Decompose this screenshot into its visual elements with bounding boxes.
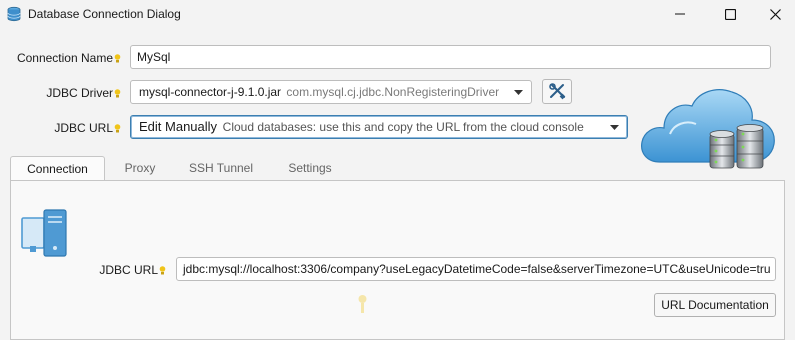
driver-class: com.mysql.cj.jdbc.NonRegisteringDriver: [286, 85, 500, 99]
lightbulb-icon: [114, 124, 121, 133]
url-mode-value: Edit Manually: [139, 119, 218, 134]
lightbulb-icon: [114, 54, 121, 63]
minimize-icon: [675, 13, 685, 15]
jdbc-url-mode-label: JDBC URL: [0, 121, 121, 135]
title-bar: Database Connection Dialog: [0, 0, 795, 28]
tab-ssh-tunnel[interactable]: SSH Tunnel: [175, 156, 267, 180]
driver-jar: mysql-connector-j-9.1.0.jar: [139, 85, 282, 99]
connection-name-input[interactable]: MySql: [130, 45, 771, 69]
url-mode-hint: Cloud databases: use this and copy the U…: [222, 120, 584, 134]
server-stack-left: [709, 130, 735, 169]
maximize-icon: [724, 8, 736, 20]
jdbc-url-label-text: JDBC URL: [99, 263, 158, 277]
connection-name-label: Connection Name: [0, 51, 121, 65]
jdbc-url-mode-label-text: JDBC URL: [54, 121, 113, 135]
lightbulb-icon: [358, 295, 367, 313]
cloud-database-icon: [641, 89, 775, 169]
lightbulb-icon: [114, 89, 121, 98]
connection-name-label-text: Connection Name: [16, 51, 113, 65]
database-icon: [7, 6, 21, 22]
window-title: Database Connection Dialog: [28, 7, 181, 21]
driver-settings-button[interactable]: [542, 79, 572, 104]
jdbc-driver-label-text: JDBC Driver: [46, 86, 113, 100]
close-icon: [769, 8, 781, 20]
server-stack-right: [736, 124, 764, 169]
tab-settings[interactable]: Settings: [267, 156, 353, 180]
lightbulb-icon: [159, 266, 166, 275]
close-button[interactable]: [752, 0, 795, 28]
jdbc-driver-label: JDBC Driver: [0, 86, 121, 100]
jdbc-driver-select[interactable]: mysql-connector-j-9.1.0.jar com.mysql.cj…: [130, 80, 532, 104]
jdbc-url-label: JDBC URL: [0, 263, 166, 277]
maximize-button[interactable]: [707, 0, 753, 28]
server-computer-icon: [21, 209, 67, 257]
tools-icon: [548, 83, 565, 100]
tab-proxy[interactable]: Proxy: [105, 156, 175, 180]
minimize-button[interactable]: [657, 0, 703, 28]
jdbc-url-mode-select[interactable]: Edit Manually Cloud databases: use this …: [130, 115, 628, 139]
jdbc-url-input[interactable]: jdbc:mysql://localhost:3306/company?useL…: [176, 257, 776, 281]
tab-connection[interactable]: Connection: [10, 156, 105, 180]
chevron-down-icon: [610, 125, 619, 130]
url-documentation-button[interactable]: URL Documentation: [654, 293, 776, 317]
chevron-down-icon: [514, 90, 523, 95]
